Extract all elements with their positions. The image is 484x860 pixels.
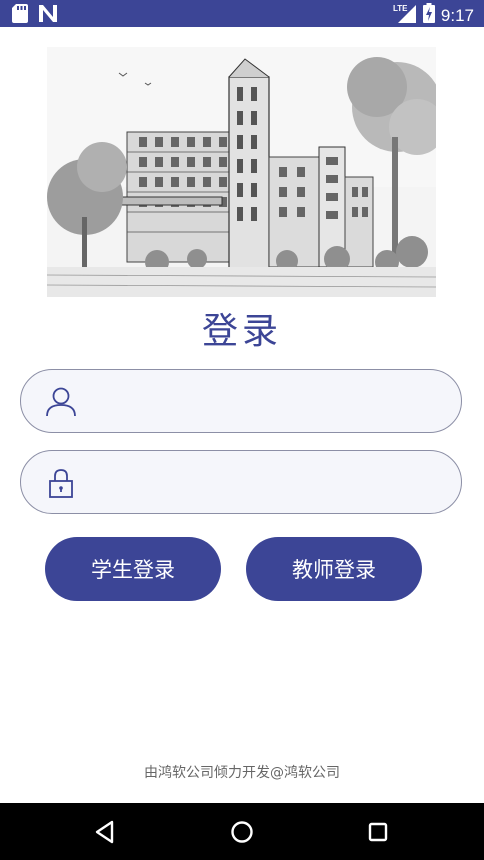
page-title: 登录: [201, 311, 282, 352]
status-bar: LTE 9:17: [0, 0, 484, 27]
password-field[interactable]: [20, 450, 462, 514]
password-input[interactable]: [97, 463, 441, 503]
username-field[interactable]: [20, 369, 462, 433]
back-icon[interactable]: [86, 813, 126, 851]
recent-apps-icon[interactable]: [358, 813, 398, 851]
home-icon[interactable]: [222, 813, 262, 851]
teacher-login-button[interactable]: 教师登录: [246, 537, 422, 601]
status-time: 9:17: [440, 5, 474, 25]
network-label: LTE: [393, 4, 408, 13]
student-login-button[interactable]: 学生登录: [45, 537, 221, 601]
login-screen: LTE 9:17 登录 学生登录 教师登录 由鸿软公司倾力开发@鸿软公司: [0, 0, 484, 860]
signal-icon: LTE: [393, 3, 417, 27]
user-icon: [45, 386, 77, 418]
battery-charging-icon: [422, 3, 435, 27]
navigation-bar: [0, 803, 484, 860]
sd-card-icon: [12, 4, 28, 27]
status-right-icons: LTE 9:17: [393, 3, 474, 27]
status-left-icons: [12, 4, 58, 27]
campus-building-image: [47, 47, 436, 297]
n-notification-icon: [38, 4, 58, 27]
lock-icon: [45, 467, 77, 499]
footer-credit: 由鸿软公司倾力开发@鸿软公司: [144, 765, 340, 781]
username-input[interactable]: [97, 382, 441, 422]
